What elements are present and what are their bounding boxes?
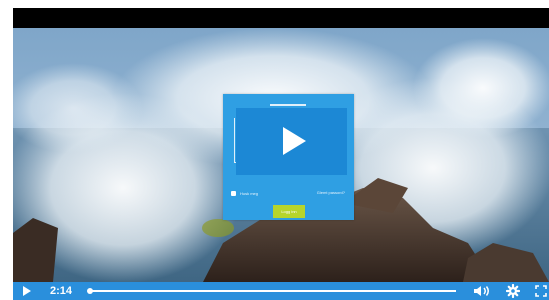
progress-bar[interactable] — [87, 288, 456, 294]
remember-me-label: Husk meg — [240, 190, 259, 196]
remember-me-checkbox[interactable] — [231, 190, 236, 196]
fullscreen-icon — [534, 285, 547, 297]
player-top-bar — [13, 8, 549, 28]
play-icon — [283, 127, 306, 155]
player-controls: 2:14 — [13, 282, 549, 300]
play-icon — [23, 286, 31, 296]
volume-icon — [474, 286, 489, 296]
settings-button[interactable] — [504, 282, 522, 300]
progress-handle[interactable] — [87, 288, 93, 294]
forgot-password-link[interactable]: Glemt passord? — [317, 190, 345, 195]
big-play-button[interactable] — [236, 108, 347, 175]
volume-button[interactable] — [471, 282, 493, 300]
play-button[interactable] — [19, 282, 35, 300]
remember-me-row[interactable]: Husk meg — [231, 188, 258, 198]
card-divider — [270, 104, 306, 106]
login-button[interactable]: Logg inn — [273, 205, 305, 218]
gear-icon — [506, 284, 520, 298]
fullscreen-button[interactable] — [532, 282, 549, 300]
video-player[interactable]: Husk meg Glemt passord? Logg inn 2:14 — [13, 8, 549, 300]
current-time: 2:14 — [50, 285, 73, 297]
